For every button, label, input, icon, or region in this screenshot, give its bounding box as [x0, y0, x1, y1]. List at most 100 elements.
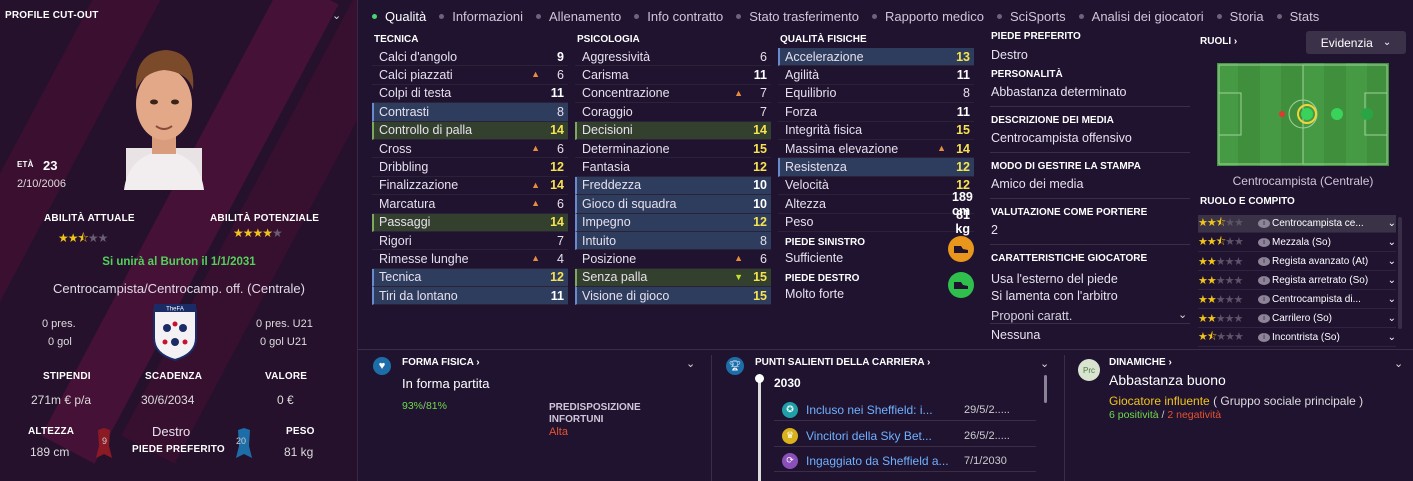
- role-row[interactable]: ★⯪★★★ i Incontrista (So) ⌄: [1198, 329, 1396, 347]
- attribute-row[interactable]: Passaggi 14: [372, 213, 568, 232]
- tab-5[interactable]: Rapporto medico: [872, 9, 984, 24]
- fitness-title[interactable]: FORMA FISICA ›: [402, 357, 480, 368]
- attribute-name: Controllo di palla: [379, 123, 473, 138]
- attribute-row[interactable]: Decisioni 14: [575, 121, 771, 140]
- tab-7[interactable]: Analisi dei giocatori: [1078, 9, 1204, 24]
- fa-badge-icon[interactable]: TheFA: [150, 302, 200, 362]
- attribute-row[interactable]: Peso 81 kg: [778, 208, 974, 236]
- career-item[interactable]: ✪ Incluso nei Sheffield: i... 29/5/2.....: [774, 399, 1036, 421]
- tab-9[interactable]: Stats: [1276, 9, 1319, 24]
- info-icon[interactable]: i: [1258, 219, 1270, 228]
- chevron-down-icon[interactable]: ⌄: [1384, 332, 1396, 343]
- attribute-value: 6: [760, 251, 767, 266]
- info-icon[interactable]: i: [1258, 314, 1270, 323]
- tab-2[interactable]: Allenamento: [536, 9, 621, 24]
- attribute-row[interactable]: Fantasia 12: [575, 158, 771, 177]
- attribute-row[interactable]: Visione di gioco 15: [575, 287, 771, 306]
- attribute-row[interactable]: Concentrazione ▲ 7: [575, 85, 771, 104]
- attribute-row[interactable]: Integrità fisica 15: [778, 122, 974, 140]
- career-title[interactable]: PUNTI SALIENTI DELLA CARRIERA ›: [755, 357, 930, 368]
- info-icon[interactable]: i: [1258, 238, 1270, 247]
- tab-dot-icon: [372, 13, 377, 19]
- attribute-value: 10: [753, 196, 767, 211]
- attribute-row[interactable]: Velocità 12: [778, 177, 974, 196]
- attribute-row[interactable]: Determinazione 15: [575, 140, 771, 159]
- role-row[interactable]: ★★★★★ i Regista arretrato (So) ⌄: [1198, 272, 1396, 290]
- attribute-row[interactable]: Altezza 189 cm: [778, 190, 974, 218]
- info-icon[interactable]: i: [1258, 257, 1270, 266]
- tab-3[interactable]: Info contratto: [634, 9, 723, 24]
- chevron-down-icon[interactable]: ⌄: [1384, 218, 1396, 229]
- attribute-row[interactable]: Senza palla ▼ 15: [575, 268, 771, 288]
- attribute-row[interactable]: Forza 11: [778, 103, 974, 122]
- attribute-row[interactable]: Dribbling 12: [372, 158, 568, 177]
- highlight-dropdown[interactable]: Evidenzia ⌄: [1306, 31, 1406, 54]
- attribute-row[interactable]: Rigori 7: [372, 232, 568, 251]
- attribute-row[interactable]: Marcatura ▲ 6: [372, 195, 568, 214]
- career-item[interactable]: ⟳ Ingaggiato da Sheffield a... 7/1/2030: [774, 450, 1036, 472]
- attribute-row[interactable]: Agilità 11: [778, 66, 974, 85]
- attribute-row[interactable]: Posizione ▲ 6: [575, 250, 771, 269]
- chevron-down-icon[interactable]: ⌄: [1384, 275, 1396, 286]
- tab-dot-icon: [1276, 13, 1282, 19]
- chevron-down-icon[interactable]: ⌄: [686, 357, 695, 370]
- chevron-down-icon[interactable]: ⌄: [1178, 308, 1187, 321]
- tab-6[interactable]: SciSports: [997, 9, 1066, 24]
- divider: [990, 198, 1190, 199]
- roles-title[interactable]: RUOLI ›: [1200, 36, 1237, 47]
- attribute-row[interactable]: Gioco di squadra 10: [575, 195, 771, 214]
- info-icon[interactable]: i: [1258, 295, 1270, 304]
- attribute-row[interactable]: Impegno 12: [575, 213, 771, 232]
- attribute-row[interactable]: Coraggio 7: [575, 103, 771, 122]
- attribute-row[interactable]: Resistenza 12: [778, 158, 974, 177]
- role-label: Centrocampista ce...: [1272, 218, 1364, 229]
- career-scrollbar[interactable]: [1044, 375, 1047, 403]
- position-pitch[interactable]: [1217, 63, 1389, 166]
- attribute-row[interactable]: Finalizzazione ▲ 14: [372, 177, 568, 196]
- chevron-down-icon[interactable]: ⌄: [1384, 313, 1396, 324]
- attribute-row[interactable]: Equilibrio 8: [778, 85, 974, 104]
- career-item[interactable]: ♛ Vincitori della Sky Bet... 26/5/2.....: [774, 425, 1036, 447]
- attribute-row[interactable]: Accelerazione 13: [778, 48, 974, 67]
- attribute-row[interactable]: Colpi di testa 11: [372, 85, 568, 104]
- role-stars: ★⯪★★★: [1198, 331, 1244, 343]
- attribute-row[interactable]: Tecnica 12: [372, 268, 568, 288]
- chevron-down-icon[interactable]: ⌄: [1040, 357, 1049, 370]
- tab-0[interactable]: Qualità: [372, 9, 426, 24]
- attribute-row[interactable]: Tiri da lontano 11: [372, 287, 568, 306]
- attribute-row[interactable]: Contrasti 8: [372, 103, 568, 122]
- attribute-row[interactable]: Cross ▲ 6: [372, 140, 568, 159]
- role-row[interactable]: ★★★★★ i Centrocampista di... ⌄: [1198, 291, 1396, 309]
- attribute-row[interactable]: Massima elevazione ▲ 14: [778, 140, 974, 159]
- attribute-row[interactable]: Calci piazzati ▲ 6: [372, 66, 568, 85]
- info-icon[interactable]: i: [1258, 333, 1270, 342]
- propose-traits-dropdown[interactable]: Proponi caratt.: [991, 309, 1072, 323]
- role-row[interactable]: ★★★★★ i Carrilero (So) ⌄: [1198, 310, 1396, 328]
- chevron-down-icon[interactable]: ⌄: [1384, 294, 1396, 305]
- chevron-down-icon[interactable]: ⌄: [332, 9, 341, 22]
- role-row[interactable]: ★★⯪★★ i Mezzala (So) ⌄: [1198, 234, 1396, 252]
- chevron-down-icon[interactable]: ⌄: [1384, 256, 1396, 267]
- attribute-row[interactable]: Carisma 11: [575, 66, 771, 85]
- attribute-row[interactable]: Calci d'angolo 9: [372, 48, 568, 67]
- value-label: VALORE: [265, 371, 308, 382]
- chevron-down-icon[interactable]: ⌄: [1394, 357, 1403, 370]
- attribute-value: 6: [557, 141, 564, 156]
- goalkeeper-rating-label: VALUTAZIONE COME PORTIERE: [991, 207, 1148, 218]
- attribute-row[interactable]: Rimesse lunghe ▲ 4: [372, 250, 568, 269]
- roles-scrollbar[interactable]: [1398, 217, 1402, 329]
- attribute-row[interactable]: Controllo di palla 14: [372, 121, 568, 140]
- chevron-down-icon[interactable]: ⌄: [1384, 237, 1396, 248]
- tab-8[interactable]: Storia: [1216, 9, 1264, 24]
- attribute-row[interactable]: Freddezza 10: [575, 176, 771, 196]
- contract-value: 30/6/2034: [141, 393, 195, 407]
- progress-up-icon: ▲: [531, 69, 540, 80]
- dynamics-title[interactable]: DINAMICHE ›: [1109, 357, 1172, 368]
- role-row[interactable]: ★★★★★ i Regista avanzato (At) ⌄: [1198, 253, 1396, 271]
- role-row[interactable]: ★★⯪★★ i Centrocampista ce... ⌄: [1198, 215, 1396, 233]
- attribute-row[interactable]: Intuito 8: [575, 231, 771, 251]
- tab-1[interactable]: Informazioni: [439, 9, 523, 24]
- tab-4[interactable]: Stato trasferimento: [736, 9, 859, 24]
- info-icon[interactable]: i: [1258, 276, 1270, 285]
- attribute-row[interactable]: Aggressività 6: [575, 48, 771, 67]
